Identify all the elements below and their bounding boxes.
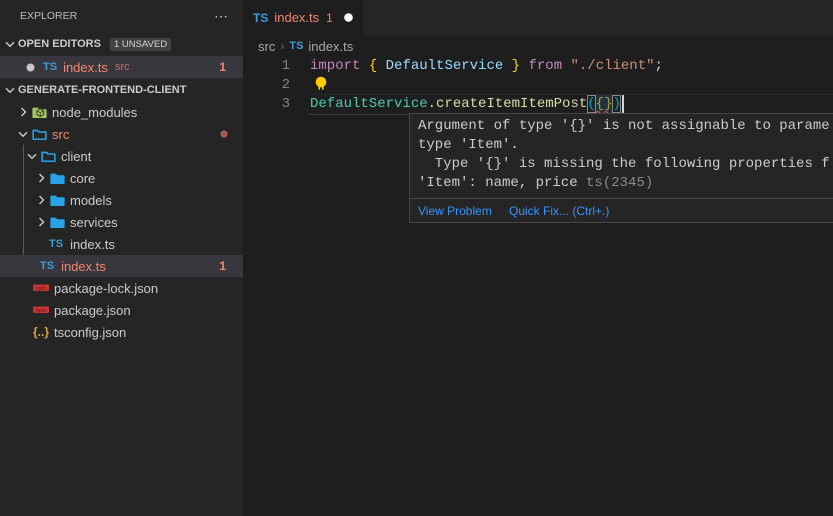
svg-text:npm: npm bbox=[36, 308, 47, 314]
svg-text:npm: npm bbox=[36, 286, 47, 292]
